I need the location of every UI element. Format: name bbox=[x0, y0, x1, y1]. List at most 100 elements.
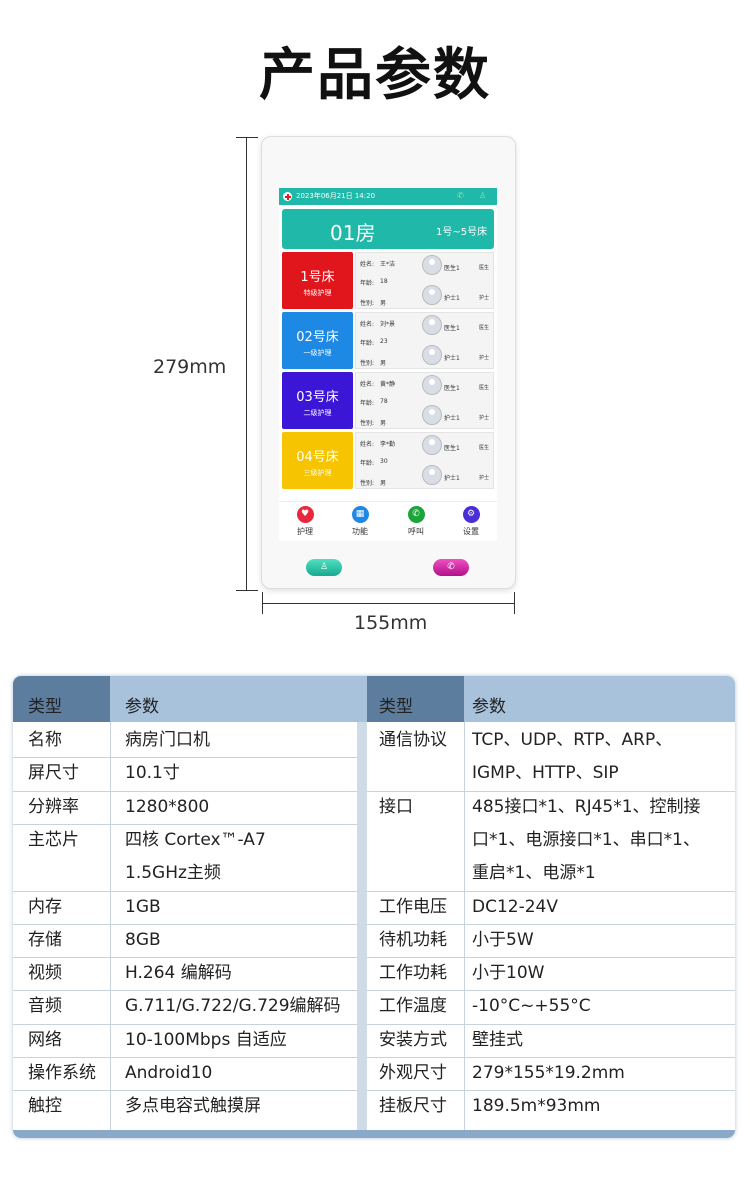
patient-gender-label: 性别: bbox=[360, 360, 375, 367]
doctor-avatar bbox=[422, 255, 442, 275]
height-dimension-label: 279mm bbox=[153, 356, 227, 378]
bed-number: 1号床 bbox=[300, 270, 335, 285]
medical-cross-icon bbox=[283, 192, 292, 201]
spec-value: IGMP、HTTP、SIP bbox=[472, 763, 619, 784]
patient-age: 78 bbox=[380, 398, 388, 405]
bed-label: 1号床特级护理 bbox=[282, 252, 353, 309]
spec-value: DC12-24V bbox=[472, 896, 558, 917]
doctor-name: 医生1 bbox=[444, 445, 460, 452]
patient-age-label: 年龄: bbox=[360, 400, 375, 407]
nav-nursing[interactable]: ♥ 护理 bbox=[285, 506, 325, 537]
patient-name: 王*洁 bbox=[380, 261, 396, 268]
spec-value: 1GB bbox=[125, 896, 161, 917]
patient-gender: 男 bbox=[380, 360, 387, 367]
spec-value: 口*1、电源接口*1、串口*1、 bbox=[472, 829, 700, 850]
bed-card[interactable]: 04号床 三级护理 姓名: 李*勤 年龄: 30 性别: 男医生1 医生 护士1 护士 bbox=[282, 432, 494, 489]
spec-value: 10.1寸 bbox=[125, 763, 180, 784]
nurse-name: 护士1 bbox=[444, 295, 460, 302]
care-level: 特级护理 bbox=[303, 289, 332, 297]
patient-name: 黄*静 bbox=[380, 381, 396, 388]
spec-value: 1280*800 bbox=[125, 796, 210, 817]
spec-value: 病房门口机 bbox=[125, 730, 210, 750]
bed-card[interactable]: 02号床 一级护理 姓名: 刘*景 年龄: 23 性别: 男医生1 医生 护士1 护士 bbox=[282, 312, 494, 369]
spec-key: 操作系统 bbox=[28, 1063, 96, 1083]
doctor-role: 医生 bbox=[479, 385, 490, 391]
spec-key: 触控 bbox=[28, 1096, 62, 1117]
status-datetime: 2023年06月21日 14:20 bbox=[296, 192, 376, 200]
bed-number: 02号床 bbox=[296, 330, 339, 345]
patient-name-label: 姓名: bbox=[360, 381, 375, 388]
width-dimension-tick-left bbox=[262, 592, 263, 614]
bed-number: 04号床 bbox=[296, 450, 339, 465]
spec-value: 多点电容式触摸屏 bbox=[125, 1096, 261, 1117]
doctor-name: 医生1 bbox=[444, 325, 460, 332]
nav-functions[interactable]: ▦ 功能 bbox=[340, 506, 380, 537]
bed-label: 03号床 二级护理 bbox=[282, 372, 353, 429]
nav-settings[interactable]: ⚙ 设置 bbox=[451, 506, 491, 537]
spec-key: 分辨率 bbox=[28, 796, 79, 817]
patient-info: 姓名: 刘*景 年龄: 23 性别: 男 医生1 医生 护士1 护士 bbox=[355, 312, 494, 369]
spec-value: TCP、UDP、RTP、ARP、 bbox=[472, 730, 673, 750]
doctor-avatar bbox=[422, 375, 442, 395]
gear-icon: ⚙ bbox=[462, 506, 480, 523]
page-title: 产品参数 bbox=[259, 43, 491, 108]
spec-table: 类型 参数 类型 参数 名称 病房门口机 屏尺寸 10.1寸 分辨率 1280*800 主芯… bbox=[13, 676, 735, 1138]
patient-name-label: 姓名: bbox=[360, 441, 375, 448]
patient-gender-label: 性别: bbox=[360, 300, 375, 307]
spec-value: 8GB bbox=[125, 929, 161, 950]
spec-key: 安装方式 bbox=[379, 1029, 447, 1050]
spec-key: 音频 bbox=[28, 996, 62, 1017]
spec-key: 工作功耗 bbox=[379, 963, 447, 984]
patient-gender: 男 bbox=[380, 480, 387, 487]
spec-value: 壁挂式 bbox=[472, 1029, 523, 1050]
spec-key: 工作温度 bbox=[379, 996, 447, 1017]
spec-value: -10°C~+55°C bbox=[472, 996, 591, 1017]
user-icon[interactable]: ♙ bbox=[479, 191, 489, 201]
header-type-left: 类型 bbox=[13, 676, 110, 722]
spec-value: 四核 Cortex™-A7 bbox=[125, 829, 266, 850]
nurse-role: 护士 bbox=[479, 415, 490, 421]
room-header: 01房 1号~5号床 bbox=[282, 209, 494, 249]
spec-key: 工作电压 bbox=[379, 896, 447, 917]
spec-value: 重启*1、电源*1 bbox=[472, 863, 596, 884]
patient-age-label: 年龄: bbox=[360, 280, 375, 287]
spec-value: 1.5GHz主频 bbox=[125, 863, 221, 884]
spec-value: 485接口*1、RJ45*1、控制接 bbox=[472, 796, 701, 817]
header-param-left: 参数 bbox=[110, 676, 357, 722]
room-bed-range: 1号~5号床 bbox=[436, 227, 488, 238]
patient-info: 姓名: 黄*静 年龄: 78 性别: 男 医生1 医生 护士1 护士 bbox=[355, 372, 494, 429]
doctor-name: 医生1 bbox=[444, 265, 460, 272]
spec-key: 网络 bbox=[28, 1029, 62, 1050]
nav-label: 呼叫 bbox=[408, 527, 424, 536]
heart-icon: ♥ bbox=[296, 506, 314, 523]
nav-call[interactable]: ✆ 呼叫 bbox=[396, 506, 436, 537]
height-dimension-line bbox=[246, 137, 247, 590]
patient-gender-label: 性别: bbox=[360, 480, 375, 487]
patient-gender: 男 bbox=[380, 420, 387, 427]
nav-label: 护理 bbox=[297, 527, 313, 536]
room-number: 01房 bbox=[330, 221, 376, 245]
phone-icon[interactable]: ✆ bbox=[457, 191, 467, 201]
spec-value: 189.5m*93mm bbox=[472, 1096, 601, 1117]
bed-number: 03号床 bbox=[296, 390, 339, 405]
nurse-avatar bbox=[422, 405, 442, 425]
spec-value: 小于10W bbox=[472, 963, 545, 984]
hardware-call-button[interactable]: ✆ bbox=[433, 559, 469, 576]
doctor-role: 医生 bbox=[479, 445, 490, 451]
grid-icon: ▦ bbox=[351, 506, 369, 523]
spec-value: 小于5W bbox=[472, 929, 534, 950]
spec-value: 10-100Mbps 自适应 bbox=[125, 1029, 287, 1050]
header-gap bbox=[357, 676, 367, 722]
patient-gender: 男 bbox=[380, 300, 387, 307]
spec-value: G.711/G.722/G.729编解码 bbox=[125, 996, 341, 1017]
bed-card[interactable]: 1号床 特级护理 姓名: 王*洁 年龄: 18 性别: 男医生1 医生 护士1 护士 bbox=[282, 252, 494, 309]
user-icon: ♙ bbox=[319, 562, 329, 572]
spec-key: 存储 bbox=[28, 929, 62, 950]
spec-key: 屏尺寸 bbox=[28, 763, 79, 784]
bed-card[interactable]: 03号床 二级护理 姓名: 黄*静 年龄: 78 性别: 男医生1 医生 护士1 护士 bbox=[282, 372, 494, 429]
doctor-name: 医生1 bbox=[444, 385, 460, 392]
header-type-right: 类型 bbox=[367, 676, 464, 722]
spec-key: 待机功耗 bbox=[379, 929, 447, 950]
phone-icon: ✆ bbox=[407, 506, 425, 523]
hardware-contact-button[interactable]: ♙ bbox=[306, 559, 342, 576]
